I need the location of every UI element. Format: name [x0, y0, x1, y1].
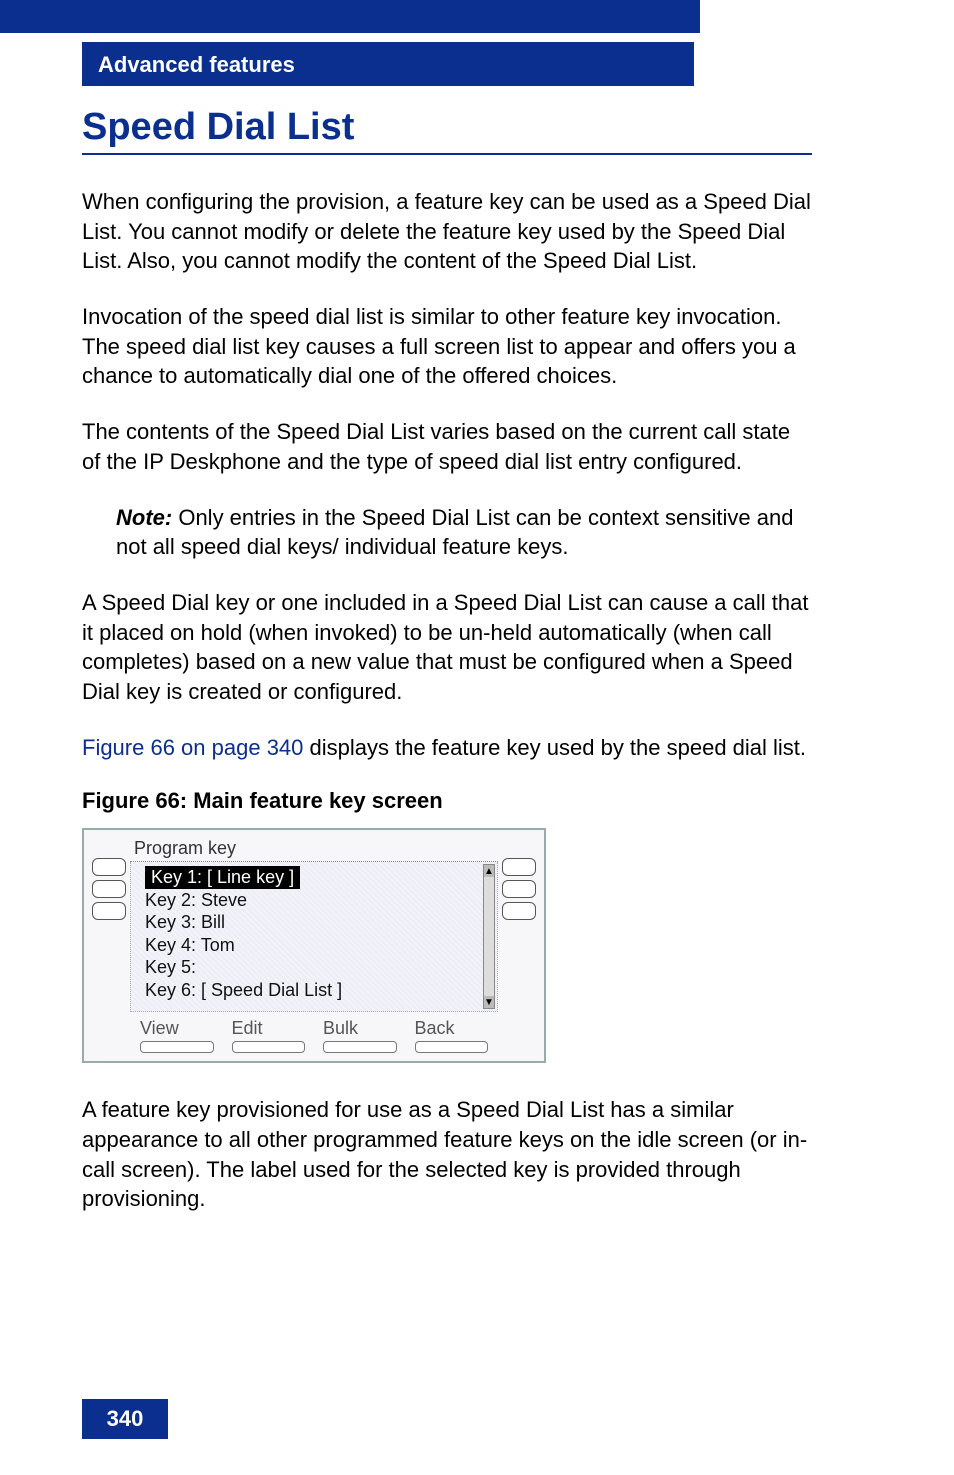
softkey-view-button[interactable]: [140, 1041, 214, 1053]
softkey-back-button[interactable]: [415, 1041, 489, 1053]
document-page: Advanced features Speed Dial List When c…: [0, 0, 954, 1475]
screen-middle: Program key Key 1: [ Line key ] Key 2: S…: [130, 836, 498, 1055]
softkey-label-bulk: Bulk: [323, 1018, 397, 1039]
program-key-list: Key 1: [ Line key ] Key 2: Steve Key 3: …: [130, 862, 498, 1012]
section-header: Advanced features: [82, 42, 694, 86]
left-side-keys: [92, 836, 126, 1055]
page-title: Speed Dial List: [82, 106, 812, 149]
paragraph-6: A feature key provisioned for use as a S…: [82, 1095, 812, 1214]
line-key-right-2[interactable]: [502, 880, 536, 898]
softkey-edit-button[interactable]: [232, 1041, 306, 1053]
line-key-left-2[interactable]: [92, 880, 126, 898]
list-item-selected[interactable]: Key 1: [ Line key ]: [145, 866, 300, 889]
line-key-left-1[interactable]: [92, 858, 126, 876]
softkey-labels: View Edit Bulk Back: [130, 1012, 498, 1041]
note-label: Note:: [116, 505, 172, 530]
figure-caption: Figure 66: Main feature key screen: [82, 788, 812, 814]
paragraph-2: Invocation of the speed dial list is sim…: [82, 302, 812, 391]
softkey-label-back: Back: [415, 1018, 489, 1039]
list-item[interactable]: Key 4: Tom: [145, 934, 491, 957]
list-item[interactable]: Key 3: Bill: [145, 911, 491, 934]
list-item[interactable]: Key 6: [ Speed Dial List ]: [145, 979, 491, 1002]
softkey-label-edit: Edit: [232, 1018, 306, 1039]
softkey-bulk-button[interactable]: [323, 1041, 397, 1053]
note-text: Only entries in the Speed Dial List can …: [116, 505, 793, 560]
page-number: 340: [82, 1399, 168, 1439]
figure-container: Program key Key 1: [ Line key ] Key 2: S…: [82, 828, 546, 1063]
paragraph-5-tail: displays the feature key used by the spe…: [303, 735, 806, 760]
scroll-down-icon[interactable]: ▼: [484, 996, 494, 1008]
line-key-right-1[interactable]: [502, 858, 536, 876]
softkey-buttons: [130, 1041, 498, 1055]
note-paragraph: Note: Only entries in the Speed Dial Lis…: [82, 503, 812, 562]
paragraph-4: A Speed Dial key or one included in a Sp…: [82, 588, 812, 707]
paragraph-1: When configuring the provision, a featur…: [82, 187, 812, 276]
right-side-keys: [502, 836, 536, 1055]
paragraph-3: The contents of the Speed Dial List vari…: [82, 417, 812, 476]
list-item[interactable]: Key 2: Steve: [145, 889, 491, 912]
content-area: Speed Dial List When configuring the pro…: [82, 106, 812, 1240]
top-accent-bar: [0, 0, 700, 33]
line-key-right-3[interactable]: [502, 902, 536, 920]
figure-cross-reference[interactable]: Figure 66 on page 340: [82, 735, 303, 760]
phone-screen: Program key Key 1: [ Line key ] Key 2: S…: [92, 836, 536, 1055]
list-item[interactable]: Key 5:: [145, 956, 491, 979]
line-key-left-3[interactable]: [92, 902, 126, 920]
screen-title: Program key: [130, 836, 498, 862]
scroll-up-icon[interactable]: ▲: [484, 865, 494, 877]
softkey-label-view: View: [140, 1018, 214, 1039]
scrollbar[interactable]: ▲ ▼: [483, 864, 495, 1009]
paragraph-5: Figure 66 on page 340 displays the featu…: [82, 733, 812, 763]
title-underline: [82, 153, 812, 155]
